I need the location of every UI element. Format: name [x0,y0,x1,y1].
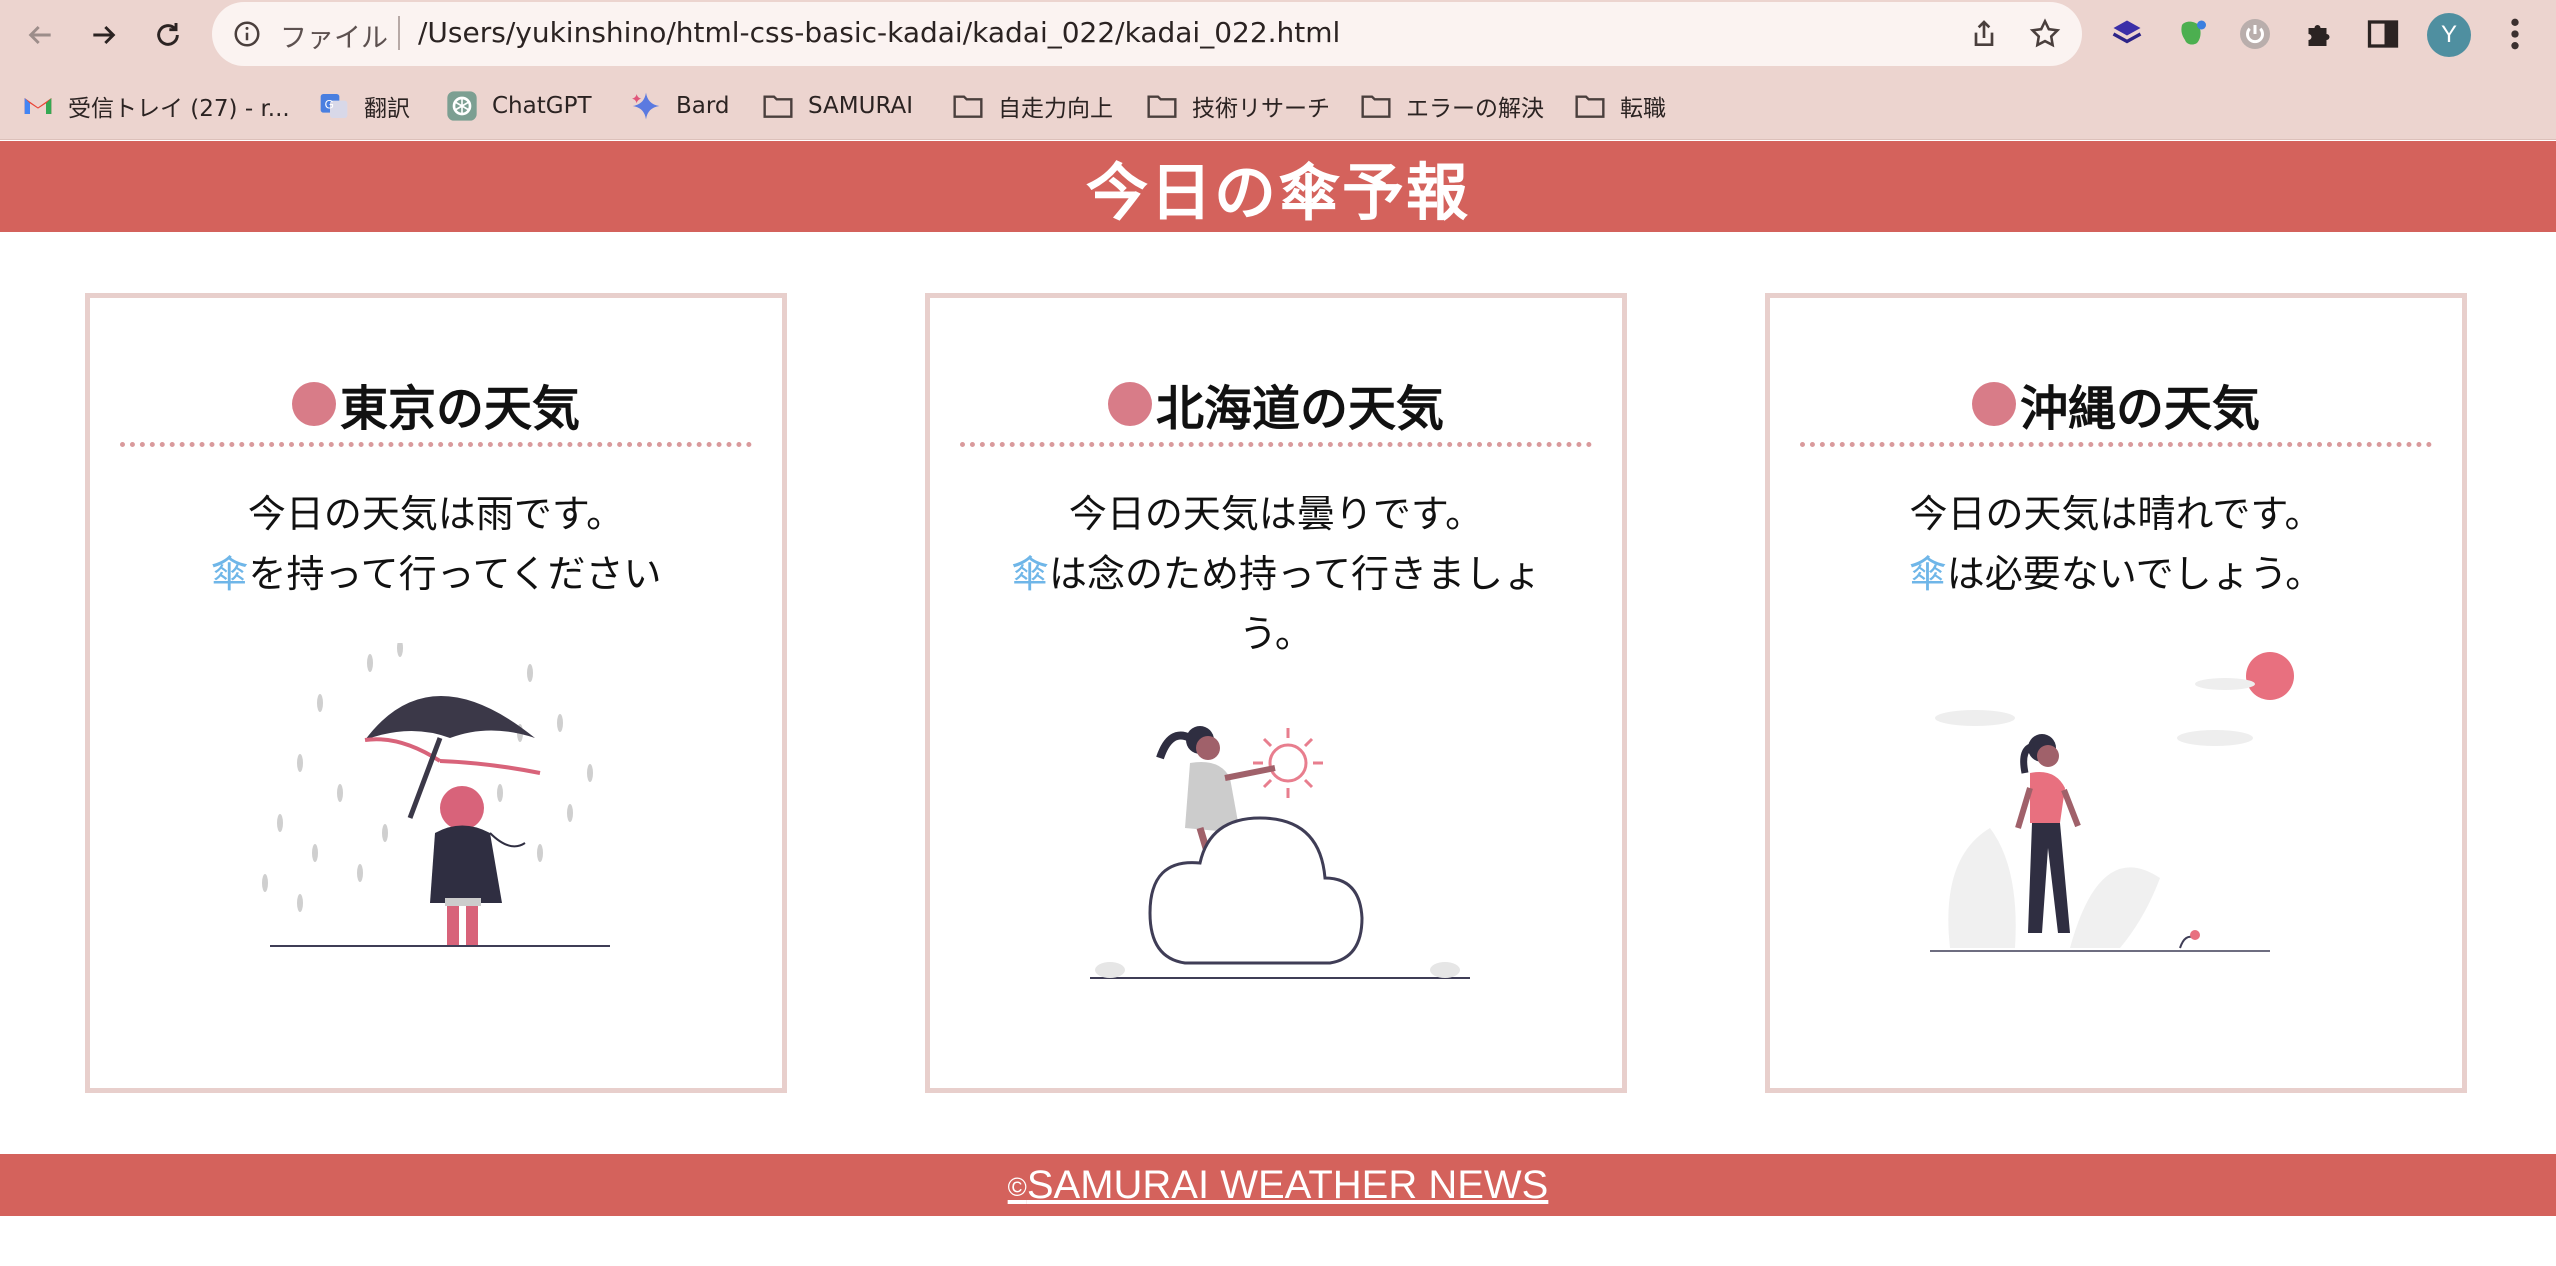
bullet-dot [291,382,336,426]
svg-text:G: G [325,98,334,112]
extensions-puzzle-icon[interactable] [2300,15,2338,53]
share-icon[interactable] [1968,18,2000,50]
bookmark-bard[interactable]: Bard [630,88,730,124]
card-title-text: 北海道の天気 [1155,381,1444,437]
bookmark-gmail[interactable]: 受信トレイ (27) - r... [22,88,290,124]
woman-with-umbrella-illustration [262,643,610,947]
arrow-left-icon [28,25,51,45]
folder-icon [952,90,984,122]
footer-text: SAMURAI WEATHER NEWS [1026,1162,1549,1207]
bullet-dot [1107,382,1152,426]
side-panel-icon[interactable] [2364,15,2402,53]
bookmark-folder-tech-research[interactable]: 技術リサーチ [1146,88,1330,124]
web-page: 今日の傘予報 東京の天気 今日の天気は雨です。 傘を持って行ってください 北海道… [0,141,2556,1266]
forecast-text: 今日の天気は曇りです。 傘は念のため持って行きましょう。 [1010,492,1542,656]
card-title-text: 沖縄の天気 [2019,381,2260,437]
extension-power-icon[interactable] [2236,15,2274,53]
folder-icon [1574,90,1606,122]
scheme-label: ファイル [280,23,388,54]
more-menu-icon[interactable] [2500,14,2530,54]
bookmark-label: 転職 [1620,96,1666,122]
bullet-dot [1971,382,2016,426]
umbrella-glyph: 傘 [1010,552,1049,596]
bookmark-folder-job-change[interactable]: 転職 [1574,88,1666,124]
bookmark-star-icon[interactable] [2028,17,2062,51]
reload-icon [157,23,179,46]
browser-toolbar: ファイル /Users/yukinshino/html-css-basic-ka… [0,0,2556,70]
bookmark-label: ChatGPT [492,93,592,119]
forward-button[interactable] [82,13,126,57]
reload-button[interactable] [146,13,190,57]
card-heading: 東京の天気 [120,364,752,444]
bookmark-folder-self-driven[interactable]: 自走力向上 [952,88,1113,124]
dotted-divider [960,442,1592,447]
forecast-text: 今日の天気は雨です。 傘を持って行ってください [210,492,662,596]
bookmark-translate[interactable]: G 翻訳 [318,88,410,124]
omnibox-divider [398,16,400,50]
umbrella-glyph: 傘 [1908,552,1947,596]
card-title-text: 東京の天気 [339,381,580,437]
folder-icon [1360,90,1392,122]
page-title: 今日の傘予報 [1085,155,1470,229]
bookmark-folder-samurai[interactable]: SAMURAI [762,88,913,124]
site-header: 今日の傘予報 [0,141,2556,232]
folder-icon [762,90,794,122]
url-text[interactable]: /Users/yukinshino/html-css-basic-kadai/k… [418,16,1340,49]
bookmark-label: 受信トレイ (27) - r... [68,96,290,122]
back-button[interactable] [18,13,62,57]
folder-icon [1146,90,1178,122]
bookmark-label: 自走力向上 [998,96,1113,122]
bookmark-label: SAMURAI [808,93,914,119]
woman-walking-sunny-illustration [1930,652,2294,952]
arrow-right-icon [93,25,116,45]
gmail-icon [22,90,54,122]
translate-icon: G [318,90,350,122]
bard-icon [630,90,662,122]
info-icon[interactable] [232,19,262,49]
chatgpt-icon [446,90,478,122]
extension-layers-icon[interactable] [2108,15,2146,53]
extension-evernote-icon[interactable] [2172,15,2210,53]
woman-on-cloud-illustration [1090,726,1470,979]
site-footer: ©SAMURAI WEATHER NEWS [0,1154,2556,1216]
dotted-divider [1800,442,2432,447]
umbrella-glyph: 傘 [210,552,249,596]
card-heading: 沖縄の天気 [1800,364,2432,444]
address-bar[interactable]: ファイル /Users/yukinshino/html-css-basic-ka… [212,2,2082,66]
weather-card-okinawa: 沖縄の天気 今日の天気は晴れです。 傘は必要ないでしょう。 [1765,293,2467,1093]
bookmark-label: 技術リサーチ [1192,96,1330,122]
bookmark-chatgpt[interactable]: ChatGPT [446,88,592,124]
profile-avatar[interactable]: Y [2427,13,2471,57]
dotted-divider [120,442,752,447]
copyright-symbol: © [1007,1171,1027,1202]
bookmark-label: 翻訳 [364,96,410,122]
forecast-text: 今日の天気は晴れです。 傘は必要ないでしょう。 [1908,492,2324,596]
weather-card-tokyo: 東京の天気 今日の天気は雨です。 傘を持って行ってください [85,293,787,1093]
bookmark-label: Bard [676,93,730,119]
bookmark-folder-error-solving[interactable]: エラーの解決 [1360,88,1544,124]
footer-link[interactable]: ©SAMURAI WEATHER NEWS [1008,1163,1549,1208]
card-heading: 北海道の天気 [960,364,1592,444]
bookmarks-bar: 受信トレイ (27) - r... G 翻訳 ChatGPT Bard SAMU… [0,70,2556,140]
bookmark-label: エラーの解決 [1406,96,1544,122]
weather-card-hokkaido: 北海道の天気 今日の天気は曇りです。 傘は念のため持って行きましょう。 [925,293,1627,1093]
